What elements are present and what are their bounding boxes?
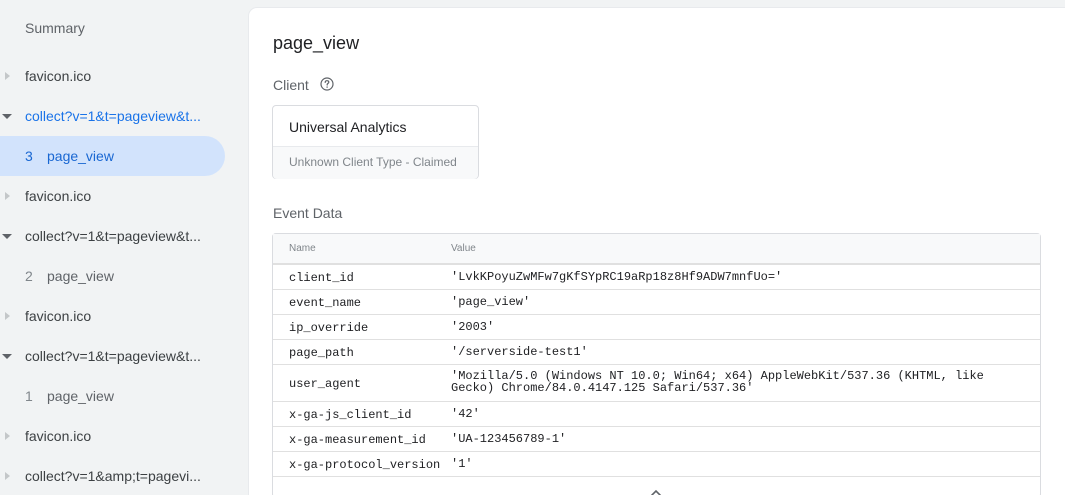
sidebar-item-summary[interactable]: Summary xyxy=(0,8,240,48)
help-circle-icon[interactable] xyxy=(320,77,334,91)
sidebar-item-event[interactable]: 3 page_view xyxy=(0,136,225,176)
row-value: '1' xyxy=(451,457,473,471)
sidebar-item-request[interactable]: collect?v=1&amp;t=pagevi... xyxy=(0,456,240,495)
row-value: 'Mozilla/5.0 (Windows NT 10.0; Win64; x6… xyxy=(451,369,984,395)
event-number: 1 xyxy=(25,388,33,404)
caret-down-icon[interactable] xyxy=(2,231,12,241)
sidebar-item-request[interactable]: favicon.ico xyxy=(0,176,240,216)
event-data-section-label: Event Data xyxy=(273,205,343,221)
row-value: '/serverside-test1' xyxy=(451,345,588,359)
row-value: '42' xyxy=(451,407,480,421)
table-row: client_id 'LvkKPoyuZwMFw7gKfSYpRC19aRp18… xyxy=(273,264,1040,289)
caret-right-icon[interactable] xyxy=(2,191,12,201)
table-row: user_agent 'Mozilla/5.0 (Windows NT 10.0… xyxy=(273,364,1040,401)
row-name: x-ga-js_client_id xyxy=(289,408,412,422)
sidebar-item-request[interactable]: favicon.ico xyxy=(0,296,240,336)
caret-down-icon[interactable] xyxy=(2,111,12,121)
client-name: Universal Analytics xyxy=(289,119,407,135)
sidebar-item-request[interactable]: favicon.ico xyxy=(0,416,240,456)
client-card[interactable]: Universal Analytics Unknown Client Type … xyxy=(272,105,479,179)
row-name: event_name xyxy=(289,296,362,310)
row-value: '2003' xyxy=(451,320,495,334)
sidebar-item-label: favicon.ico xyxy=(25,188,92,204)
row-name: x-ga-protocol_version xyxy=(289,458,441,472)
page-title: page_view xyxy=(273,33,360,53)
table-row: ip_override '2003' xyxy=(273,314,1040,339)
client-card-footer: Unknown Client Type - Claimed xyxy=(273,146,478,179)
row-value: 'page_view' xyxy=(451,295,531,309)
client-section-label: Client xyxy=(273,77,309,93)
table-row: x-ga-js_client_id '42' xyxy=(273,401,1040,426)
row-name: page_path xyxy=(289,346,354,360)
client-type: Unknown Client Type - Claimed xyxy=(289,155,457,169)
row-name: x-ga-measurement_id xyxy=(289,433,426,447)
sidebar-item-label: favicon.ico xyxy=(25,68,92,84)
sidebar-item-label: page_view xyxy=(47,268,114,284)
sidebar-item-request[interactable]: collect?v=1&t=pageview&t... xyxy=(0,96,240,136)
table-row: page_path '/serverside-test1' xyxy=(273,339,1040,364)
sidebar-item-label: favicon.ico xyxy=(25,428,92,444)
event-detail-panel: page_view Client Universal Analytics Unk… xyxy=(249,8,1065,495)
caret-right-icon[interactable] xyxy=(2,431,12,441)
table-row: event_name 'page_view' xyxy=(273,289,1040,314)
column-header-name: Name xyxy=(289,243,316,254)
caret-right-icon[interactable] xyxy=(2,71,12,81)
table-row: x-ga-measurement_id 'UA-123456789-1' xyxy=(273,426,1040,451)
sidebar-item-label: collect?v=1&t=pageview&t... xyxy=(25,228,201,244)
sidebar-item-event[interactable]: 1 page_view xyxy=(0,376,240,416)
sidebar-item-label: page_view xyxy=(47,148,114,164)
table-header: Name Value xyxy=(273,234,1040,264)
row-name: user_agent xyxy=(289,377,362,391)
row-name: client_id xyxy=(289,271,354,285)
row-value: 'UA-123456789-1' xyxy=(451,432,567,446)
sidebar-item-request[interactable]: collect?v=1&t=pageview&t... xyxy=(0,336,240,376)
table-expand-row[interactable] xyxy=(273,476,1040,495)
caret-right-icon[interactable] xyxy=(2,311,12,321)
sidebar-item-event[interactable]: 2 page_view xyxy=(0,256,240,296)
sidebar-item-label: collect?v=1&t=pageview&t... xyxy=(25,108,201,124)
caret-right-icon[interactable] xyxy=(2,471,12,481)
sidebar-item-label: collect?v=1&t=pageview&t... xyxy=(25,348,201,364)
sidebar: Summary favicon.ico collect?v=1&t=pagevi… xyxy=(0,0,248,495)
table-row: x-ga-protocol_version '1' xyxy=(273,451,1040,476)
chevron-up-icon[interactable] xyxy=(650,489,662,495)
sidebar-item-request[interactable]: collect?v=1&t=pageview&t... xyxy=(0,216,240,256)
sidebar-item-label: page_view xyxy=(47,388,114,404)
caret-down-icon[interactable] xyxy=(2,351,12,361)
row-value: 'LvkKPoyuZwMFw7gKfSYpRC19aRp18z8Hf9ADW7m… xyxy=(451,270,783,284)
event-number: 2 xyxy=(25,268,33,284)
sidebar-item-label: Summary xyxy=(25,20,85,36)
column-header-value: Value xyxy=(451,243,476,254)
sidebar-item-label: collect?v=1&amp;t=pagevi... xyxy=(25,468,201,484)
event-number: 3 xyxy=(25,148,33,164)
event-data-table: Name Value client_id 'LvkKPoyuZwMFw7gKfS… xyxy=(272,233,1041,495)
sidebar-item-request[interactable]: favicon.ico xyxy=(0,56,240,96)
row-name: ip_override xyxy=(289,321,369,335)
sidebar-item-label: favicon.ico xyxy=(25,308,92,324)
tag-manager-preview: Summary favicon.ico collect?v=1&t=pagevi… xyxy=(0,0,1065,495)
